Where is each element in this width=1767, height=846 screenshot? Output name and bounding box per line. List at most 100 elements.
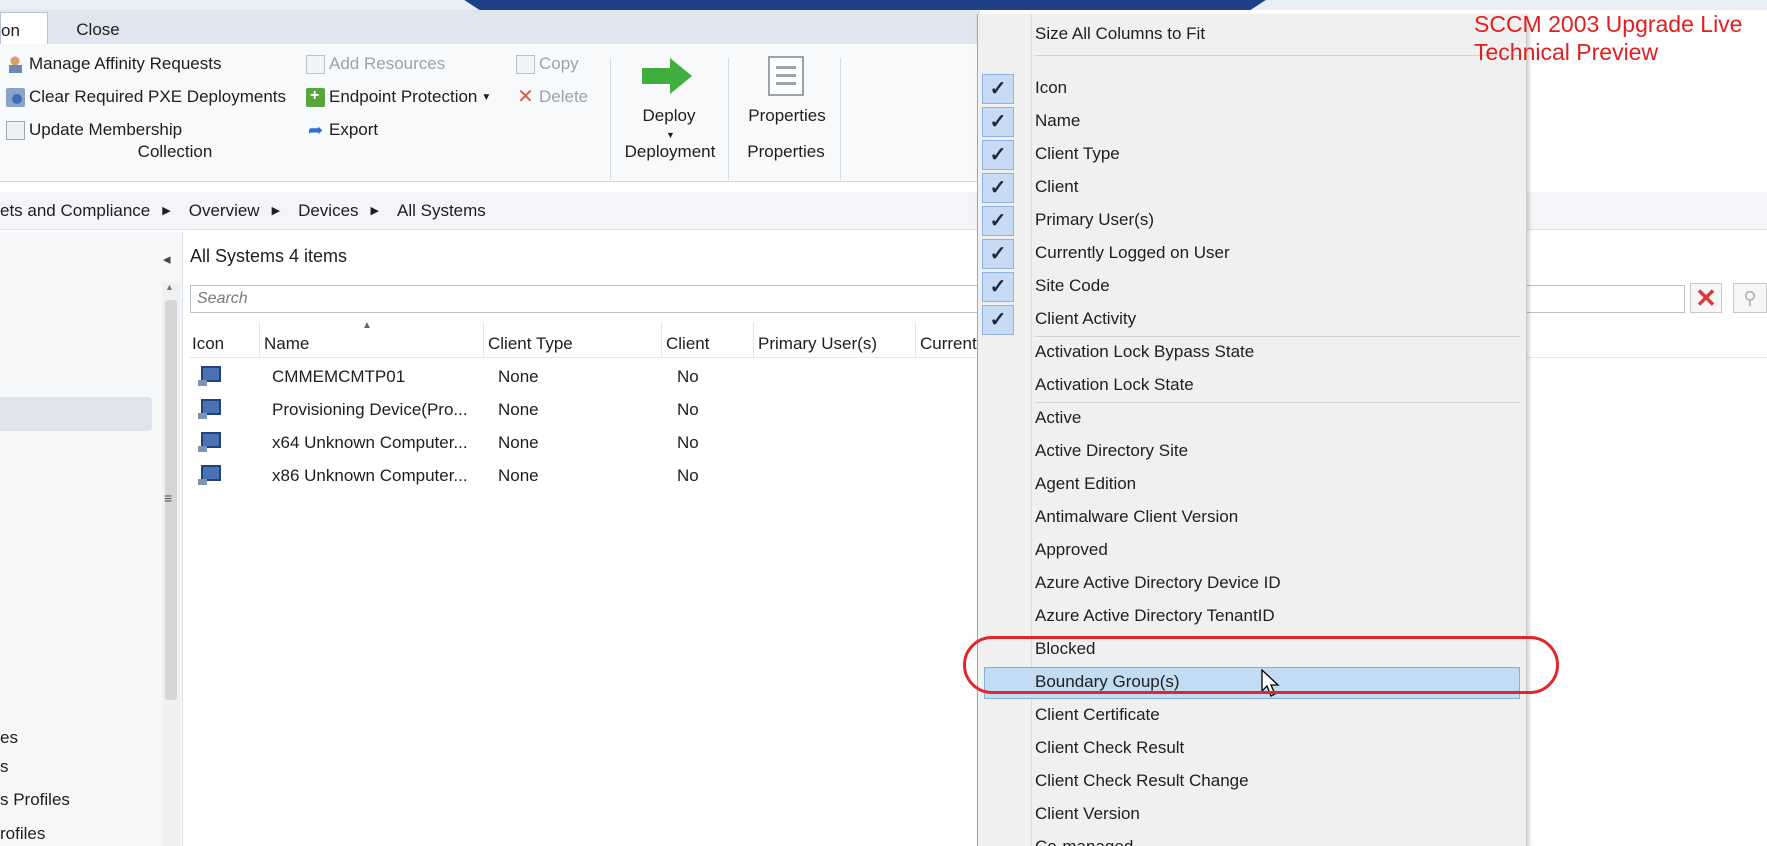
menu-item-column-toggle[interactable]: Antimalware Client Version [978,501,1526,534]
column-header-icon[interactable]: Icon [190,322,260,358]
menu-item-column-toggle[interactable]: Activation Lock State [978,369,1526,402]
checkmark-icon: ✓ [982,239,1014,269]
endpoint-protection-icon [306,87,325,107]
clear-search-icon[interactable]: ✕ [1690,283,1722,313]
menu-item-column-toggle[interactable]: ✓ Client Activity [978,303,1526,336]
menu-item-column-toggle[interactable]: Active [978,402,1526,435]
menu-item-column-toggle[interactable]: Co-managed [978,831,1526,846]
menu-item-column-toggle[interactable]: Activation Lock Bypass State [978,336,1526,369]
menu-item-column-toggle[interactable]: ✓ Client [978,171,1526,204]
menu-item-column-toggle[interactable]: ✓ Site Code [978,270,1526,303]
checkmark-icon: ✓ [982,206,1014,236]
menu-item-label: Client Type [1035,144,1120,163]
add-resources-icon [306,54,325,74]
results-title: All Systems 4 items [190,246,348,266]
add-resources-button[interactable]: Add Resources [306,54,445,74]
breadcrumb-arrow-icon[interactable]: ▶ [272,204,280,217]
collapse-pane-icon[interactable]: ◂ [163,250,171,268]
menu-item-label: Client Certificate [1035,705,1160,724]
nav-selected-item[interactable] [0,397,152,431]
menu-item-label: Azure Active Directory TenantID [1035,606,1275,625]
column-header-client-type[interactable]: Client Type [486,322,662,358]
nav-item[interactable]: s [0,757,9,777]
menu-item-label: Client [1035,177,1079,196]
scroll-grip-icon[interactable]: ≡ [164,490,172,506]
deploy-dropdown-icon[interactable]: ▼ [666,130,675,140]
ribbon-separator [840,58,841,180]
checkmark-icon: ✓ [982,74,1014,104]
menu-item-column-toggle[interactable]: ✓ Primary User(s) [978,204,1526,237]
tab-close[interactable]: Close [48,12,148,45]
cell-client: No [677,466,699,485]
menu-item-column-toggle[interactable]: Active Directory Site [978,435,1526,468]
export-button[interactable]: ➦ Export [306,120,378,140]
table-row[interactable]: x64 Unknown Computer... None No [190,427,990,460]
copy-button[interactable]: Copy [516,54,579,74]
checkmark-icon: ✓ [982,107,1014,137]
overlay-caption: SCCM 2003 Upgrade Live Technical Preview [1474,10,1742,66]
computer-icon [198,365,221,386]
menu-item-label: Client Version [1035,804,1140,823]
cell-client: No [677,400,699,419]
breadcrumb-item[interactable]: Devices [298,201,358,221]
endpoint-protection-button[interactable]: Endpoint Protection ▼ [306,87,491,107]
delete-button[interactable]: ✕ Delete [516,87,588,107]
tab-home[interactable]: on [0,12,48,45]
column-header-name[interactable]: Name [262,322,484,358]
column-header-current[interactable]: Current [918,322,978,358]
menu-item-column-toggle[interactable]: ✓ Client Type [978,138,1526,171]
table-row[interactable]: x86 Unknown Computer... None No [190,460,990,493]
menu-item-label: Agent Edition [1035,474,1137,493]
update-membership-button[interactable]: Update Membership [6,120,182,140]
menu-item-label: Azure Active Directory Device ID [1035,573,1281,592]
menu-item-column-toggle[interactable]: Client Certificate [978,699,1526,732]
cell-name: CMMEMCMTP01 [272,367,406,386]
deploy-button[interactable]: Deploy [636,106,702,126]
menu-item-label: Activation Lock Bypass State [1035,342,1255,361]
menu-item-label: Co-managed [1035,837,1133,846]
deploy-arrow-icon[interactable] [640,56,694,96]
cell-name: x86 Unknown Computer... [272,466,468,485]
menu-item-column-toggle[interactable]: Client Check Result Change [978,765,1526,798]
column-header-client[interactable]: Client [664,322,754,358]
tab-home-label: on [1,21,20,40]
menu-item-label: Active Directory Site [1035,441,1189,460]
menu-item-column-toggle[interactable]: Azure Active Directory TenantID [978,600,1526,633]
breadcrumb-item[interactable]: Overview [189,201,260,221]
cell-client-type: None [498,466,539,485]
breadcrumb-arrow-icon[interactable]: ▶ [162,204,170,217]
annotation-highlight-ellipse [963,636,1559,694]
scroll-up-icon[interactable]: ▲ [165,282,174,292]
menu-item-column-toggle[interactable]: Azure Active Directory Device ID [978,567,1526,600]
menu-item-column-toggle[interactable]: Approved [978,534,1526,567]
menu-item-column-toggle[interactable]: ✓ Currently Logged on User [978,237,1526,270]
clear-pxe-button[interactable]: Clear Required PXE Deployments [6,87,286,107]
cell-name: Provisioning Device(Pro... [272,400,468,419]
manage-affinity-requests-button[interactable]: Manage Affinity Requests [6,54,221,74]
column-header-primary-users[interactable]: Primary User(s) [756,322,916,358]
menu-item-label: Primary User(s) [1035,210,1154,229]
checkmark-icon: ✓ [982,272,1014,302]
breadcrumb-item[interactable]: ets and Compliance [0,201,150,221]
search-icon[interactable]: ⚲ [1733,283,1767,313]
menu-item-column-toggle[interactable]: ✓ Icon [978,72,1526,105]
checkmark-icon: ✓ [982,140,1014,170]
properties-icon[interactable] [768,56,804,96]
breadcrumb-item[interactable]: All Systems [397,201,486,221]
table-row[interactable]: Provisioning Device(Pro... None No [190,394,990,427]
table-row[interactable]: CMMEMCMTP01 None No [190,361,990,394]
add-resources-label: Add Resources [329,54,446,73]
properties-button[interactable]: Properties [742,106,832,126]
nav-item[interactable]: es [0,728,18,748]
nav-item[interactable]: s Profiles [0,790,70,810]
breadcrumb-arrow-icon[interactable]: ▶ [371,204,379,217]
cell-client: No [677,433,699,452]
nav-item[interactable]: rofiles [0,824,45,844]
menu-item-column-toggle[interactable]: ✓ Name [978,105,1526,138]
menu-item-column-toggle[interactable]: Agent Edition [978,468,1526,501]
menu-separator [1035,55,1520,56]
menu-item-column-toggle[interactable]: Client Check Result [978,732,1526,765]
column-context-menu: Size All Columns to Fit ✓ Icon ✓ Name ✓ Clien… [977,14,1527,846]
menu-item-size-all-columns[interactable]: Size All Columns to Fit [978,18,1526,51]
menu-item-column-toggle[interactable]: Client Version [978,798,1526,831]
